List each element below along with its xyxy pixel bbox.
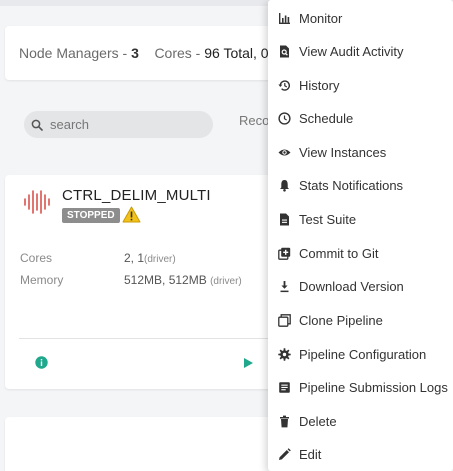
menu-item-label: Edit — [299, 446, 322, 462]
menu-item-clone-pipeline[interactable]: Clone Pipeline — [268, 304, 453, 336]
menu-item-label: Stats Notifications — [299, 177, 404, 193]
menu-item-label: View Audit Activity — [299, 43, 404, 59]
memory-row-value: 512MB, 512MB (driver) — [124, 273, 242, 287]
menu-item-label: Pipeline Submission Logs — [299, 379, 448, 395]
audit-search-icon — [280, 45, 289, 58]
menu-item-monitor[interactable]: Monitor — [268, 2, 453, 34]
bell-icon — [280, 180, 289, 192]
search-icon — [31, 119, 43, 131]
menu-item-edit[interactable]: Edit — [268, 438, 453, 470]
menu-item-view-audit-activity[interactable]: View Audit Activity — [268, 35, 453, 67]
pipeline-name[interactable]: CTRL_DELIM_MULTI — [62, 187, 211, 204]
card-divider — [19, 338, 305, 339]
pipeline-waveform-icon — [24, 190, 50, 214]
search-box[interactable] — [24, 111, 213, 138]
bar-chart-icon — [279, 13, 290, 24]
history-icon — [278, 80, 290, 91]
menu-item-label: History — [299, 77, 340, 93]
cores-row-suffix: (driver) — [144, 254, 176, 265]
cluster-summary-card: Node Managers - 3 Cores - 96 Total, 0 U — [5, 26, 305, 80]
menu-item-download-version[interactable]: Download Version — [268, 270, 453, 302]
menu-item-label: Download Version — [299, 278, 404, 294]
menu-item-schedule[interactable]: Schedule — [268, 102, 453, 134]
cores-row-main: 2, 1 — [124, 251, 145, 265]
menu-item-label: Delete — [299, 413, 337, 429]
trash-icon — [280, 415, 289, 428]
menu-item-label: Clone Pipeline — [299, 312, 383, 328]
pipeline-card-next[interactable] — [5, 417, 305, 471]
gear-icon — [278, 348, 291, 361]
menu-item-pipeline-configuration[interactable]: Pipeline Configuration — [268, 338, 453, 370]
recommend-label[interactable]: Reco — [239, 113, 269, 128]
menu-item-view-instances[interactable]: View Instances — [268, 136, 453, 168]
menu-item-label: View Instances — [299, 144, 387, 160]
menu-item-label: Monitor — [299, 10, 343, 26]
status-badge: STOPPED — [62, 208, 120, 223]
menu-item-delete[interactable]: Delete — [268, 405, 453, 437]
cores-row-label: Cores — [20, 251, 53, 265]
clock-icon — [278, 112, 291, 125]
memory-row-main: 512MB, 512MB — [124, 273, 207, 287]
log-icon — [279, 382, 290, 393]
eye-icon — [278, 149, 291, 156]
menu-item-commit-to-git[interactable]: Commit to Git — [268, 237, 453, 269]
git-commit-icon — [278, 247, 291, 260]
menu-item-test-suite[interactable]: Test Suite — [268, 203, 453, 235]
node-managers-value: 3 — [131, 45, 139, 61]
info-icon[interactable] — [35, 356, 48, 369]
pipeline-actions-menu: Monitor View Audit Activity History Sche… — [268, 0, 453, 471]
menu-item-stats-notifications[interactable]: Stats Notifications — [268, 169, 453, 201]
pencil-icon — [279, 448, 291, 460]
menu-item-pipeline-submission-logs[interactable]: Pipeline Submission Logs — [268, 371, 453, 403]
clone-icon — [278, 314, 291, 327]
memory-row-suffix: (driver) — [210, 276, 242, 287]
pipeline-card[interactable]: CTRL_DELIM_MULTI STOPPED Cores 2, 1(driv… — [5, 175, 305, 389]
menu-item-history[interactable]: History — [268, 69, 453, 101]
play-icon[interactable] — [243, 357, 254, 369]
cores-row-value: 2, 1(driver) — [124, 251, 176, 265]
download-icon — [280, 281, 289, 293]
menu-item-label: Test Suite — [299, 211, 357, 227]
document-icon — [280, 213, 289, 226]
node-managers-label: Node Managers — [19, 45, 119, 61]
cluster-summary: Node Managers - 3 Cores - 96 Total, 0 U — [19, 45, 283, 61]
cores-label: Cores — [154, 45, 192, 61]
warning-icon[interactable] — [122, 206, 141, 223]
search-input[interactable] — [50, 115, 200, 134]
menu-item-label: Schedule — [299, 110, 354, 126]
memory-row-label: Memory — [20, 273, 64, 287]
menu-item-label: Commit to Git — [299, 245, 379, 261]
menu-item-label: Pipeline Configuration — [299, 346, 427, 362]
